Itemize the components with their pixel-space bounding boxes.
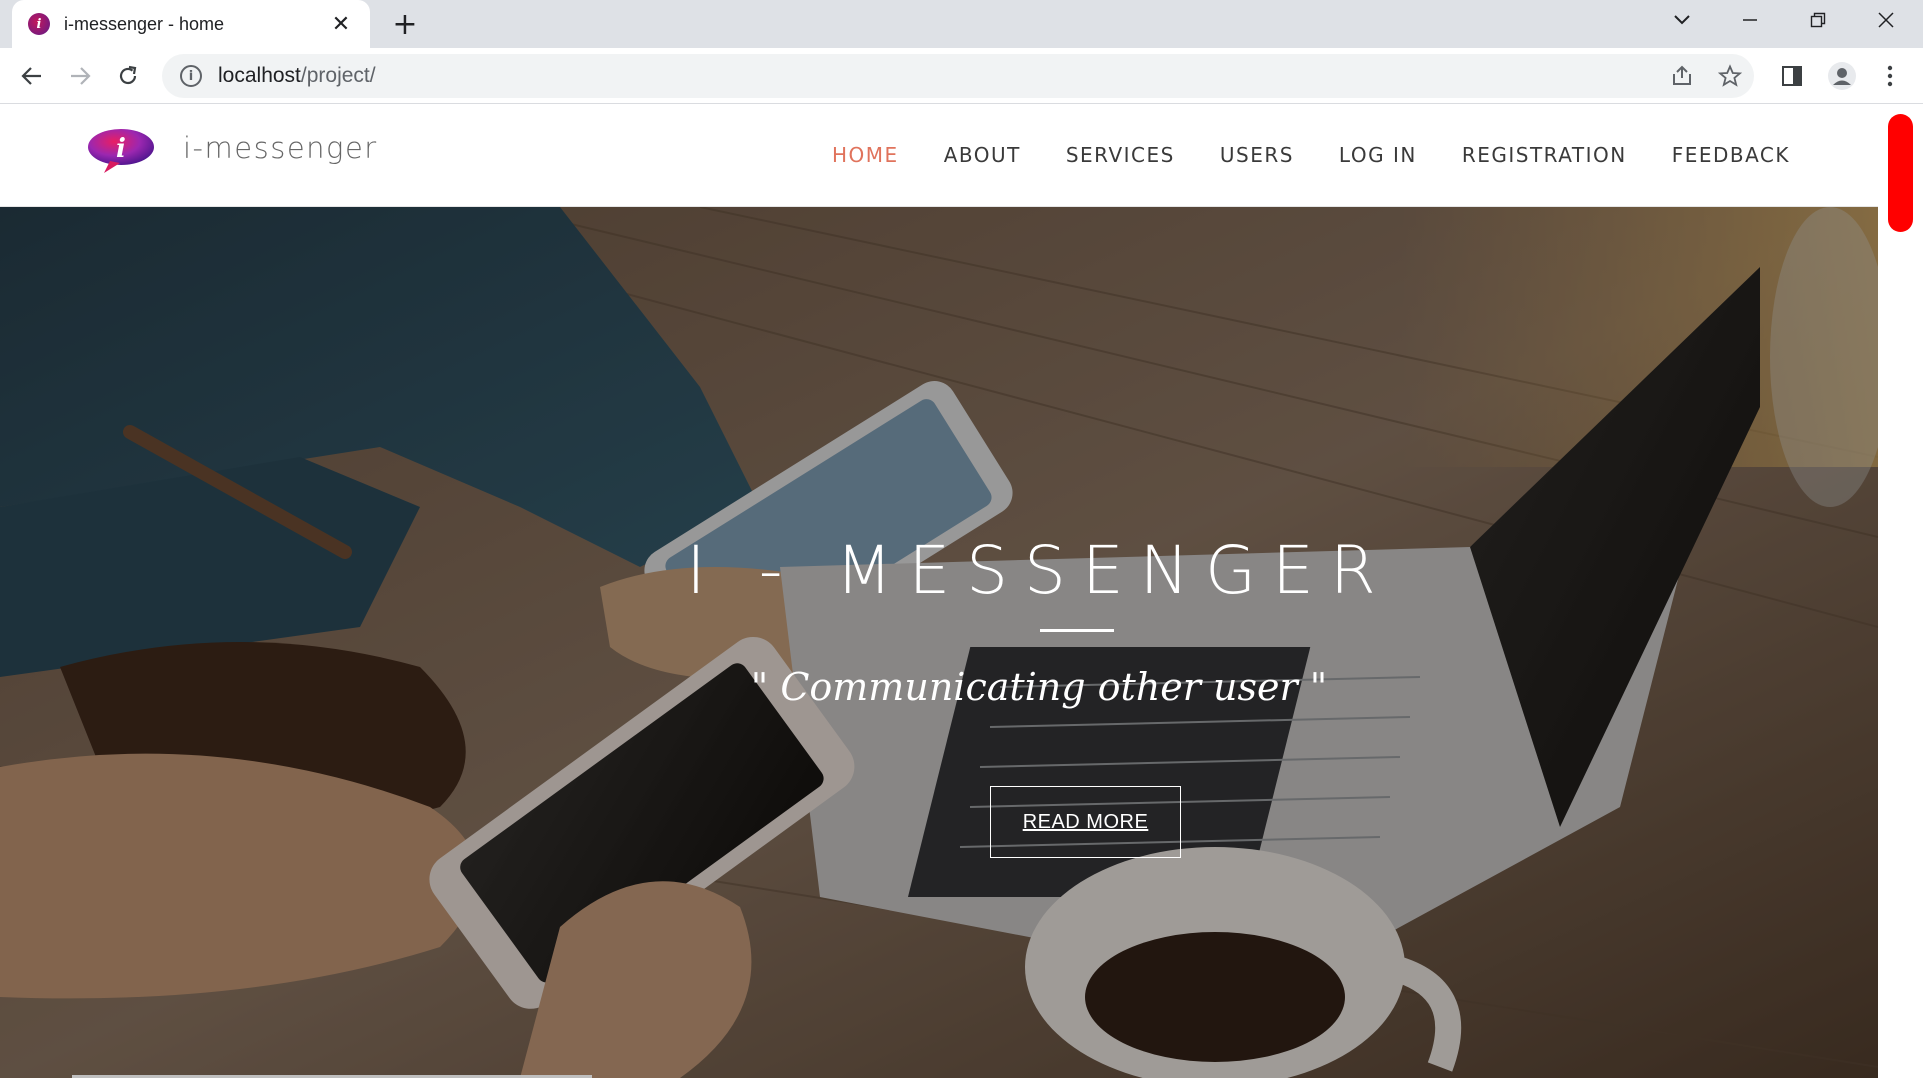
- hero-title: I - MESSENGER: [686, 532, 1392, 609]
- share-icon[interactable]: [1670, 64, 1694, 88]
- side-panel-icon[interactable]: [1776, 60, 1808, 92]
- browser-tab[interactable]: i i-messenger - home ✕: [12, 0, 370, 48]
- nav-home[interactable]: HOME: [832, 143, 899, 167]
- site-header: i i-messenger HOME ABOUT SERVICES USERS …: [0, 105, 1878, 207]
- url-text[interactable]: localhost/project/: [218, 64, 376, 88]
- nav-about[interactable]: ABOUT: [944, 143, 1021, 167]
- forward-icon[interactable]: [60, 56, 100, 96]
- restore-icon[interactable]: [1788, 0, 1848, 40]
- read-more-button[interactable]: READ MORE: [990, 786, 1181, 858]
- address-bar[interactable]: i localhost/project/: [162, 54, 1754, 98]
- url-host: localhost: [218, 64, 301, 87]
- minimize-icon[interactable]: [1720, 0, 1780, 40]
- browser-menu-icon[interactable]: [1874, 60, 1906, 92]
- tab-favicon-icon: i: [28, 13, 50, 35]
- hero-banner: I - MESSENGER " Communicating other user…: [0, 207, 1878, 1078]
- logo-letter: i: [116, 134, 126, 164]
- page-scrollbar-track[interactable]: [1878, 105, 1923, 1078]
- close-window-icon[interactable]: [1856, 0, 1916, 40]
- web-page: i i-messenger HOME ABOUT SERVICES USERS …: [0, 105, 1878, 1078]
- back-icon[interactable]: [12, 56, 52, 96]
- tab-close-icon[interactable]: ✕: [328, 11, 354, 37]
- browser-toolbar: i localhost/project/: [0, 48, 1923, 104]
- page-scrollbar-thumb[interactable]: [1888, 114, 1913, 232]
- site-logo[interactable]: i: [86, 127, 156, 175]
- brand-name[interactable]: i-messenger: [183, 131, 378, 165]
- reload-icon[interactable]: [108, 56, 148, 96]
- hero-overlay: [0, 207, 1878, 1078]
- main-navigation: HOME ABOUT SERVICES USERS LOG IN REGISTR…: [787, 143, 1790, 167]
- tab-search-icon[interactable]: [1652, 0, 1712, 40]
- nav-services[interactable]: SERVICES: [1066, 143, 1175, 167]
- profile-avatar-icon[interactable]: [1826, 60, 1858, 92]
- hero-subtitle: " Communicating other user ": [750, 665, 1328, 709]
- tab-title: i-messenger - home: [64, 13, 225, 34]
- new-tab-button[interactable]: +: [388, 7, 422, 42]
- bookmark-star-icon[interactable]: [1717, 64, 1743, 88]
- browser-tab-strip: i i-messenger - home ✕ +: [0, 0, 1923, 48]
- hero-divider: [1040, 629, 1114, 632]
- nav-users[interactable]: USERS: [1220, 143, 1294, 167]
- site-info-icon[interactable]: i: [180, 65, 202, 87]
- nav-feedback[interactable]: FEEDBACK: [1672, 143, 1790, 167]
- nav-log-in[interactable]: LOG IN: [1339, 143, 1417, 167]
- url-path: /project/: [300, 64, 376, 87]
- nav-registration[interactable]: REGISTRATION: [1462, 143, 1627, 167]
